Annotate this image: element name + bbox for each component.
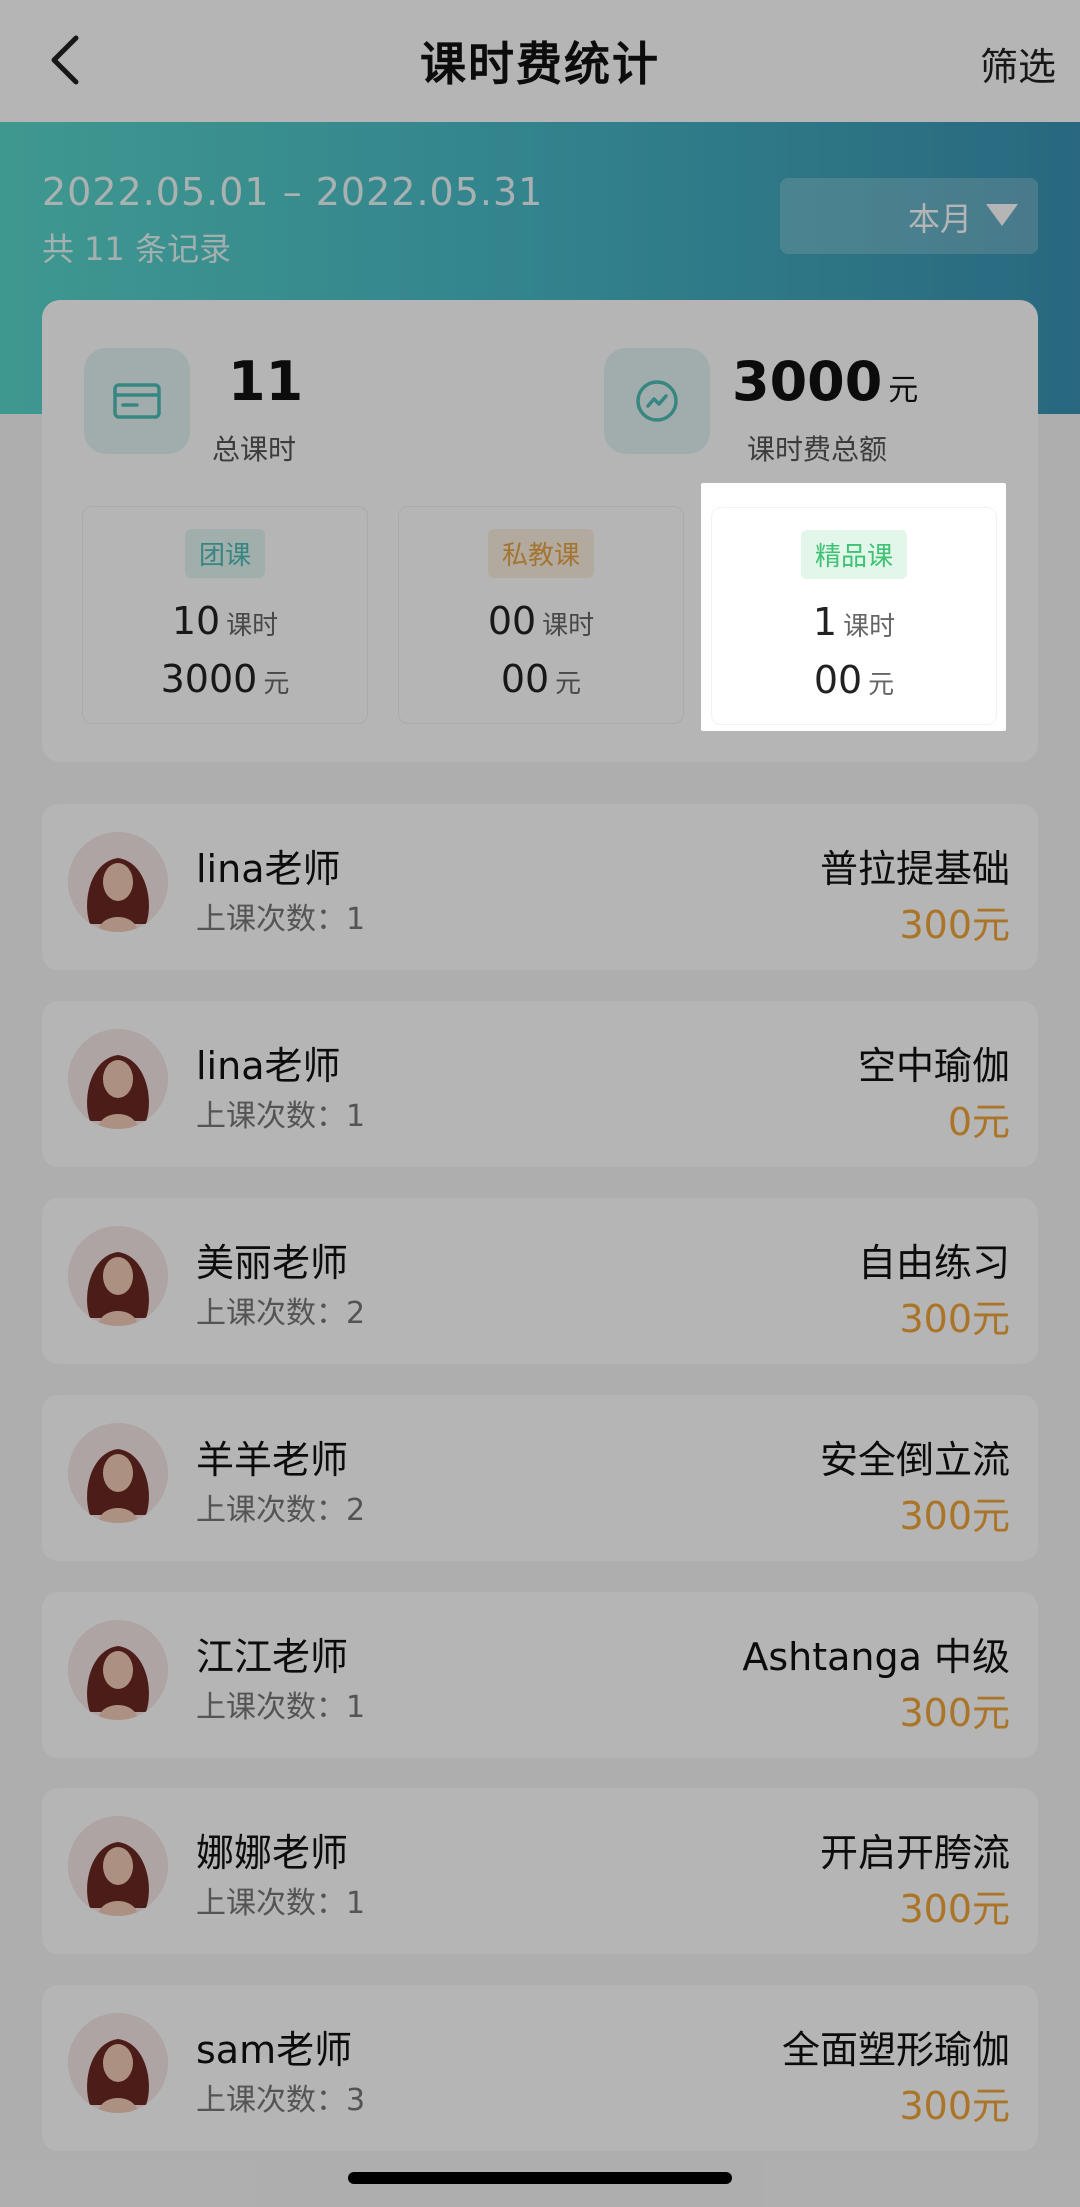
avatar (68, 1816, 168, 1916)
course-type-tag: 私教课 (487, 529, 595, 578)
fee-value: 00 (813, 658, 863, 702)
list-item[interactable]: sam老师 上课次数：3 全面塑形瑜伽 300元 (42, 1985, 1038, 2151)
course-type-fee: 3000 元 (83, 657, 367, 701)
teacher-name: lina老师 (196, 1044, 341, 1088)
trend-icon (604, 348, 710, 454)
course-type-tag: 团课 (184, 529, 266, 578)
course-name: 普拉提基础 (819, 847, 1010, 891)
period-dropdown-label: 本月 (907, 200, 972, 238)
filter-button[interactable]: 筛选 (980, 36, 1056, 91)
hours-unit: 课时 (843, 612, 896, 642)
total-fee-unit: 元 (888, 373, 919, 408)
card-icon (84, 348, 190, 454)
course-name: 安全倒立流 (819, 1438, 1010, 1482)
teacher-avatar-icon (68, 2013, 168, 2113)
course-fee: 300元 (899, 1887, 1010, 1931)
course-fee: 300元 (899, 2084, 1010, 2128)
class-count: 上课次数：1 (196, 1099, 366, 1134)
period-dropdown[interactable]: 本月 (780, 178, 1038, 254)
course-type-group[interactable]: 团课 10 课时 3000 元 (82, 506, 368, 724)
total-hours-value: 11 (228, 350, 304, 413)
course-type-tag: 精品课 (800, 530, 908, 579)
list-item[interactable]: lina老师 上课次数：1 普拉提基础 300元 (42, 804, 1038, 970)
course-name: 自由练习 (857, 1241, 1010, 1285)
total-fee: 3000 元 (732, 350, 918, 413)
teacher-name: 美丽老师 (196, 1241, 349, 1285)
caret-down-icon (986, 204, 1018, 226)
avatar (68, 1620, 168, 1720)
course-type-fee: 00 元 (399, 657, 683, 701)
course-fee: 300元 (899, 1691, 1010, 1735)
list-item[interactable]: 羊羊老师 上课次数：2 安全倒立流 300元 (42, 1395, 1038, 1561)
avatar (68, 832, 168, 932)
hours-value: 10 (171, 599, 221, 643)
class-count: 上课次数：2 (196, 1296, 366, 1331)
class-count: 上课次数：1 (196, 902, 366, 937)
course-fee: 300元 (899, 1494, 1010, 1538)
course-fee: 0元 (947, 1100, 1010, 1144)
teacher-name: sam老师 (196, 2028, 353, 2072)
top-nav-bar: 课时费统计 筛选 (0, 0, 1080, 122)
fee-unit: 元 (555, 669, 582, 699)
teacher-name: 娜娜老师 (196, 1831, 349, 1875)
list-item[interactable]: 江江老师 上课次数：1 Ashtanga 中级 300元 (42, 1592, 1038, 1758)
home-indicator (348, 2172, 732, 2184)
teacher-avatar-icon (68, 1620, 168, 1720)
course-type-hours: 10 课时 (83, 599, 367, 643)
record-count: 共 11 条记录 (42, 230, 232, 268)
teacher-avatar-icon (68, 1423, 168, 1523)
course-type-boutique[interactable]: 精品课 1 课时 00 元 (701, 483, 1006, 731)
hours-value: 1 (812, 600, 838, 644)
list-item[interactable]: 美丽老师 上课次数：2 自由练习 300元 (42, 1198, 1038, 1364)
hours-value: 00 (487, 599, 537, 643)
hours-unit: 课时 (226, 611, 279, 641)
avatar (68, 1423, 168, 1523)
course-name: 全面塑形瑜伽 (781, 2028, 1010, 2072)
course-name: 开启开胯流 (819, 1831, 1010, 1875)
avatar (68, 2013, 168, 2113)
teacher-avatar-icon (68, 1226, 168, 1326)
course-type-fee: 00 元 (712, 658, 996, 702)
course-fee: 300元 (899, 903, 1010, 947)
teacher-avatar-icon (68, 832, 168, 932)
course-type-hours: 1 课时 (712, 600, 996, 644)
course-name: Ashtanga 中级 (742, 1635, 1010, 1679)
list-item[interactable]: 娜娜老师 上课次数：1 开启开胯流 300元 (42, 1788, 1038, 1954)
class-count: 上课次数：2 (196, 1493, 366, 1528)
teacher-name: 羊羊老师 (196, 1438, 349, 1482)
page-title: 课时费统计 (420, 37, 660, 91)
hours-unit: 课时 (542, 611, 595, 641)
fee-value: 3000 (160, 657, 258, 701)
total-fee-value: 3000 (732, 350, 883, 413)
total-fee-label: 课时费总额 (747, 433, 888, 466)
course-type-private[interactable]: 私教课 00 课时 00 元 (398, 506, 684, 724)
teacher-name: 江江老师 (196, 1635, 349, 1679)
course-fee: 300元 (899, 1297, 1010, 1341)
fee-unit: 元 (263, 669, 290, 699)
list-item[interactable]: lina老师 上课次数：1 空中瑜伽 0元 (42, 1001, 1038, 1167)
total-hours-label: 总课时 (212, 433, 297, 466)
course-type-hours: 00 课时 (399, 599, 683, 643)
avatar (68, 1226, 168, 1326)
avatar (68, 1029, 168, 1129)
class-count: 上课次数：3 (196, 2083, 366, 2118)
class-count: 上课次数：1 (196, 1886, 366, 1921)
class-count: 上课次数：1 (196, 1690, 366, 1725)
teacher-name: lina老师 (196, 847, 341, 891)
teacher-avatar-icon (68, 1816, 168, 1916)
date-range: 2022.05.01 – 2022.05.31 (42, 170, 544, 214)
fee-value: 00 (500, 657, 550, 701)
course-name: 空中瑜伽 (857, 1044, 1010, 1088)
fee-unit: 元 (868, 670, 895, 700)
course-type-boutique-box: 精品课 1 课时 00 元 (711, 507, 997, 725)
teacher-avatar-icon (68, 1029, 168, 1129)
